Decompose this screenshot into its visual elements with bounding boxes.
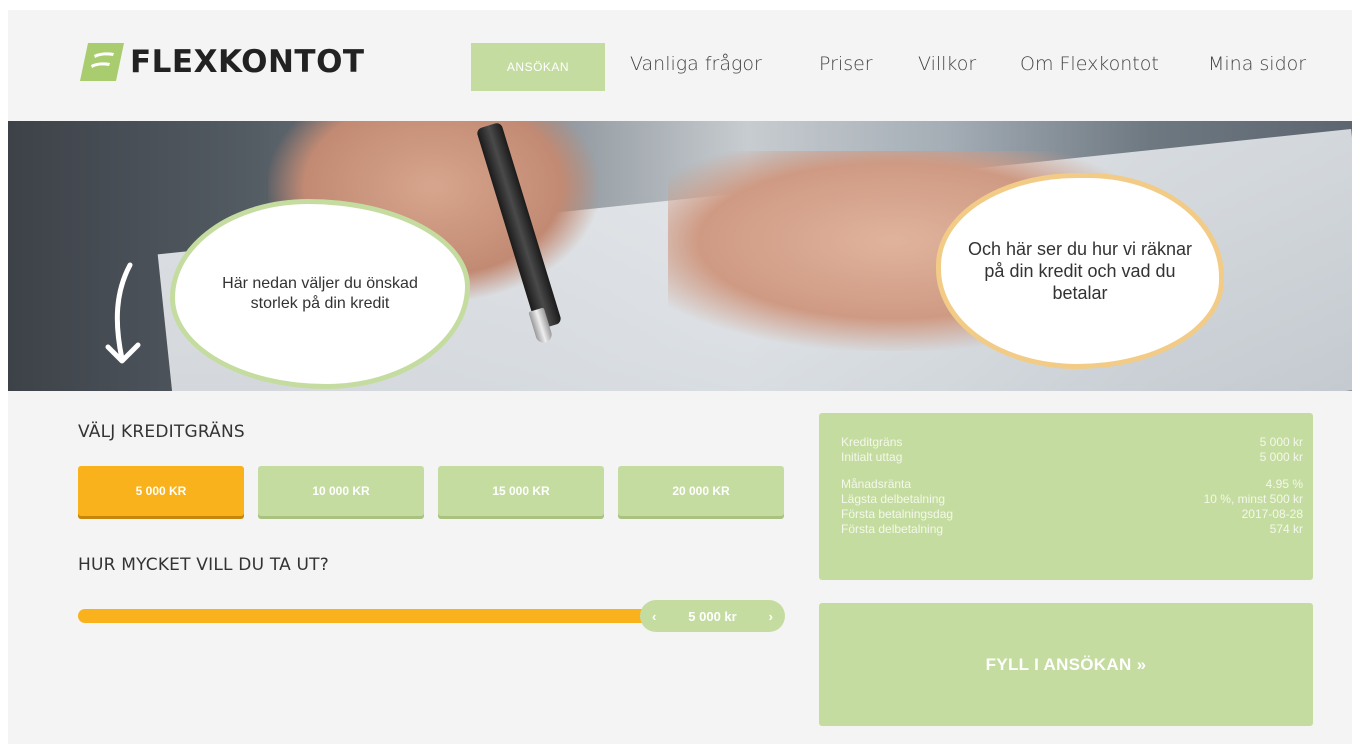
summary-row: Första delbetalning 574 kr <box>841 522 1303 537</box>
summary-label: Lägsta delbetalning <box>841 492 946 506</box>
summary-value: 10 %, minst 500 kr <box>1203 492 1303 506</box>
withdraw-slider-handle[interactable]: ‹ 5 000 kr › <box>640 600 785 632</box>
summary-label: Första delbetalning <box>841 522 944 536</box>
summary-value: 2017-08-28 <box>1241 507 1303 521</box>
credit-limit-title: VÄLJ KREDITGRÄNS <box>78 422 245 442</box>
arrow-down-icon <box>105 262 141 364</box>
summary-value: 5 000 kr <box>1259 450 1303 464</box>
hero-bubble-left-text: Här nedan väljer du önskad storlek på di… <box>222 275 418 312</box>
summary-value: 5 000 kr <box>1259 435 1303 449</box>
summary-row: Månadsränta 4.95 % <box>841 477 1303 492</box>
withdraw-slider-track[interactable] <box>78 609 698 623</box>
withdraw-title: HUR MYCKET VILL DU TA UT? <box>78 555 329 575</box>
credit-summary-panel: Kreditgräns 5 000 kr Initialt uttag 5 00… <box>819 413 1313 580</box>
amount-button-20000[interactable]: 20 000 KR <box>618 466 784 516</box>
summary-row: Kreditgräns 5 000 kr <box>841 435 1303 450</box>
amount-button-15000[interactable]: 15 000 KR <box>438 466 604 516</box>
nav-link-terms[interactable]: Villkor <box>918 53 976 75</box>
summary-label: Första betalningsdag <box>841 507 954 521</box>
summary-row: Initialt uttag 5 000 kr <box>841 450 1303 465</box>
main-nav: ANSÖKAN <box>471 43 605 91</box>
summary-label: Kreditgräns <box>841 435 903 449</box>
hero-banner: Här nedan väljer du önskad storlek på di… <box>8 121 1352 391</box>
summary-value: 574 kr <box>1269 522 1303 536</box>
nav-link-faq[interactable]: Vanliga frågor <box>630 53 762 75</box>
nav-apply-button[interactable]: ANSÖKAN <box>471 43 605 91</box>
summary-label: Initialt uttag <box>841 450 903 464</box>
summary-value: 4.95 % <box>1265 477 1303 491</box>
amount-button-5000[interactable]: 5 000 KR <box>78 466 244 516</box>
nav-link-about[interactable]: Om Flexkontot <box>1020 53 1159 75</box>
summary-row: Lägsta delbetalning 10 %, minst 500 kr <box>841 492 1303 507</box>
nav-link-prices[interactable]: Priser <box>819 53 873 75</box>
amount-button-10000[interactable]: 10 000 KR <box>258 466 424 516</box>
logo[interactable]: FLEXKONTOT <box>80 43 365 81</box>
chevron-left-icon[interactable]: ‹ <box>652 609 656 624</box>
summary-row: Första betalningsdag 2017-08-28 <box>841 507 1303 522</box>
hero-bubble-right: Och här ser du hur vi räknar på din kred… <box>936 173 1224 369</box>
hero-bubble-left: Här nedan väljer du önskad storlek på di… <box>170 199 470 389</box>
fill-application-button[interactable]: FYLL I ANSÖKAN » <box>819 603 1313 726</box>
slider-value: 5 000 kr <box>688 608 737 624</box>
page: FLEXKONTOT ANSÖKAN Vanliga frågor Priser… <box>8 10 1352 744</box>
logo-text: FLEXKONTOT <box>130 44 365 80</box>
hero-bubble-right-text: Och här ser du hur vi räknar på din kred… <box>967 239 1193 303</box>
chevron-right-icon[interactable]: › <box>769 609 773 624</box>
logo-mark-icon <box>80 43 124 81</box>
nav-link-my-pages[interactable]: Mina sidor <box>1208 53 1306 75</box>
summary-label: Månadsränta <box>841 477 912 491</box>
